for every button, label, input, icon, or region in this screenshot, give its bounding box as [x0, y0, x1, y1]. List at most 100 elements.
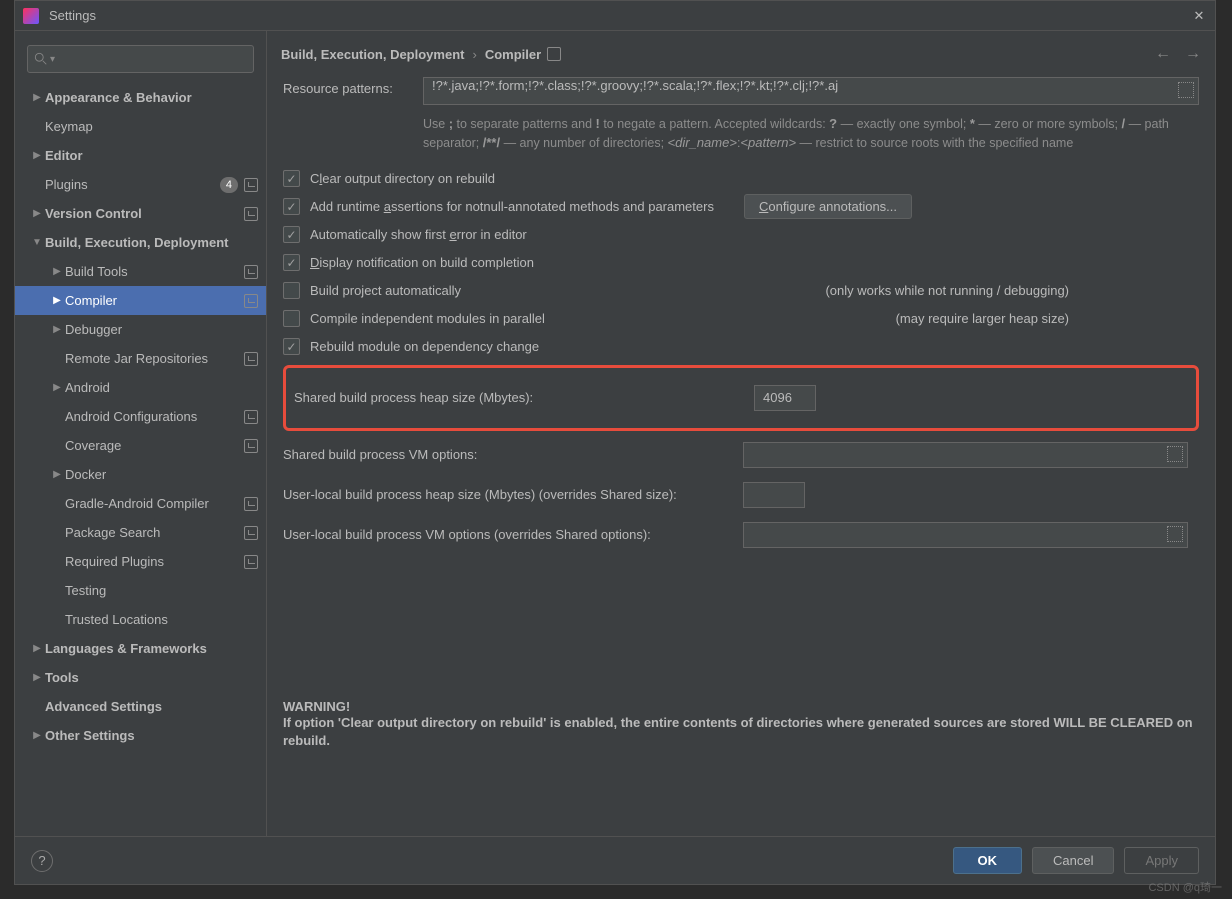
- sidebar-item-languages-frameworks[interactable]: ▶Languages & Frameworks: [15, 634, 266, 663]
- help-icon[interactable]: ?: [31, 850, 53, 872]
- expand-icon[interactable]: [1167, 526, 1183, 542]
- apply-button: Apply: [1124, 847, 1199, 874]
- sidebar-item-label: Android: [65, 380, 110, 395]
- checkbox-label: Build project automatically: [310, 283, 461, 298]
- checkbox[interactable]: [283, 170, 300, 187]
- nav-arrows: ← →: [1155, 45, 1201, 63]
- checkbox[interactable]: [283, 338, 300, 355]
- sidebar-item-android[interactable]: ▶Android: [15, 373, 266, 402]
- breadcrumb-sep: ›: [472, 47, 476, 62]
- sidebar-item-label: Docker: [65, 467, 106, 482]
- checkbox[interactable]: [283, 254, 300, 271]
- sidebar-item-trusted-locations[interactable]: Trusted Locations: [15, 605, 266, 634]
- chevron-icon: ▶: [29, 730, 45, 741]
- sidebar-item-label: Package Search: [65, 525, 160, 540]
- expand-icon[interactable]: [1167, 446, 1183, 462]
- check-row: Build project automatically (only works w…: [283, 277, 1199, 305]
- search-input[interactable]: ▾: [27, 45, 254, 73]
- sidebar-item-editor[interactable]: ▶Editor: [15, 141, 266, 170]
- sidebar-item-gradle-android-compiler[interactable]: Gradle-Android Compiler: [15, 489, 266, 518]
- project-scope-icon: [244, 265, 258, 279]
- sidebar-item-appearance-behavior[interactable]: ▶Appearance & Behavior: [15, 83, 266, 112]
- sidebar-item-label: Compiler: [65, 293, 117, 308]
- sidebar-item-label: Plugins: [45, 177, 88, 192]
- resource-patterns-input[interactable]: !?*.java;!?*.form;!?*.class;!?*.groovy;!…: [423, 77, 1199, 105]
- sidebar-item-docker[interactable]: ▶Docker: [15, 460, 266, 489]
- chevron-icon: ▶: [29, 208, 45, 219]
- check-row: Clear output directory on rebuild: [283, 165, 1199, 193]
- checkbox[interactable]: [283, 282, 300, 299]
- search-icon: [34, 52, 48, 66]
- sidebar-item-tools[interactable]: ▶Tools: [15, 663, 266, 692]
- check-note: (only works while not running / debuggin…: [825, 283, 1199, 298]
- sidebar: ▾ ▶Appearance & BehaviorKeymap▶EditorPlu…: [15, 31, 267, 836]
- project-scope-icon: [244, 439, 258, 453]
- settings-dialog: Settings ✕ ▾ ▶Appearance & Behavior Keyma…: [14, 0, 1216, 885]
- project-scope-icon: [244, 526, 258, 540]
- checkbox-label: Clear output directory on rebuild: [310, 171, 495, 186]
- sidebar-item-label: Coverage: [65, 438, 121, 453]
- vm-options-label: Shared build process VM options:: [283, 447, 743, 462]
- sidebar-item-other-settings[interactable]: ▶Other Settings: [15, 721, 266, 750]
- sidebar-item-label: Version Control: [45, 206, 142, 221]
- sidebar-item-coverage[interactable]: Coverage: [15, 431, 266, 460]
- sidebar-item-label: Build, Execution, Deployment: [45, 235, 228, 250]
- checkbox-label: Add runtime assertions for notnull-annot…: [310, 199, 714, 214]
- sidebar-item-label: Testing: [65, 583, 106, 598]
- cancel-button[interactable]: Cancel: [1032, 847, 1114, 874]
- sidebar-item-label: Advanced Settings: [45, 699, 162, 714]
- heap-size-label: Shared build process heap size (Mbytes):: [294, 390, 754, 405]
- project-scope-icon: [244, 352, 258, 366]
- checkbox[interactable]: [283, 226, 300, 243]
- sidebar-item-label: Gradle-Android Compiler: [65, 496, 209, 511]
- sidebar-item-build-execution-deployment[interactable]: ▼Build, Execution, Deployment: [15, 228, 266, 257]
- user-heap-input[interactable]: [743, 482, 805, 508]
- expand-icon[interactable]: [1178, 82, 1194, 98]
- sidebar-item-label: Remote Jar Repositories: [65, 351, 208, 366]
- close-icon[interactable]: ✕: [1191, 8, 1207, 24]
- back-icon[interactable]: ←: [1155, 45, 1171, 63]
- checkbox[interactable]: [283, 310, 300, 327]
- sidebar-item-android-configurations[interactable]: Android Configurations: [15, 402, 266, 431]
- checkbox-label: Rebuild module on dependency change: [310, 339, 539, 354]
- sidebar-item-label: Keymap: [45, 119, 93, 134]
- sidebar-item-build-tools[interactable]: ▶Build Tools: [15, 257, 266, 286]
- chevron-icon: ▶: [29, 150, 45, 161]
- check-row: Rebuild module on dependency change: [283, 333, 1199, 361]
- check-note: (may require larger heap size): [896, 311, 1199, 326]
- user-heap-label: User-local build process heap size (Mbyt…: [283, 487, 743, 502]
- chevron-icon: ▶: [29, 672, 45, 683]
- sidebar-item-advanced-settings[interactable]: Advanced Settings: [15, 692, 266, 721]
- sidebar-item-testing[interactable]: Testing: [15, 576, 266, 605]
- checkbox-label: Automatically show first error in editor: [310, 227, 527, 242]
- project-scope-icon: [244, 207, 258, 221]
- forward-icon[interactable]: →: [1185, 45, 1201, 63]
- breadcrumb-parent[interactable]: Build, Execution, Deployment: [281, 47, 464, 62]
- title-bar: Settings ✕: [15, 1, 1215, 31]
- checkbox[interactable]: [283, 198, 300, 215]
- project-scope-icon: [244, 294, 258, 308]
- sidebar-item-label: Build Tools: [65, 264, 128, 279]
- chevron-icon: ▶: [49, 324, 65, 335]
- resource-patterns-label: Resource patterns:: [283, 77, 423, 96]
- user-vm-input[interactable]: [743, 522, 1188, 548]
- configure-annotations-button[interactable]: Configure annotations...: [744, 194, 912, 219]
- user-vm-label: User-local build process VM options (ove…: [283, 527, 743, 542]
- breadcrumb-current: Compiler: [485, 47, 541, 62]
- check-row: Compile independent modules in parallel(…: [283, 305, 1199, 333]
- chevron-icon: ▶: [49, 266, 65, 277]
- sidebar-item-package-search[interactable]: Package Search: [15, 518, 266, 547]
- vm-options-input[interactable]: [743, 442, 1188, 468]
- sidebar-item-label: Android Configurations: [65, 409, 197, 424]
- sidebar-item-compiler[interactable]: ▶Compiler: [15, 286, 266, 315]
- heap-size-input[interactable]: [754, 385, 816, 411]
- sidebar-item-debugger[interactable]: ▶Debugger: [15, 315, 266, 344]
- sidebar-item-version-control[interactable]: ▶Version Control: [15, 199, 266, 228]
- ok-button[interactable]: OK: [953, 847, 1023, 874]
- checkbox-label: Display notification on build completion: [310, 255, 534, 270]
- sidebar-item-remote-jar-repositories[interactable]: Remote Jar Repositories: [15, 344, 266, 373]
- sidebar-item-required-plugins[interactable]: Required Plugins: [15, 547, 266, 576]
- sidebar-item-label: Debugger: [65, 322, 122, 337]
- sidebar-item-keymap[interactable]: Keymap: [15, 112, 266, 141]
- sidebar-item-plugins[interactable]: Plugins4: [15, 170, 266, 199]
